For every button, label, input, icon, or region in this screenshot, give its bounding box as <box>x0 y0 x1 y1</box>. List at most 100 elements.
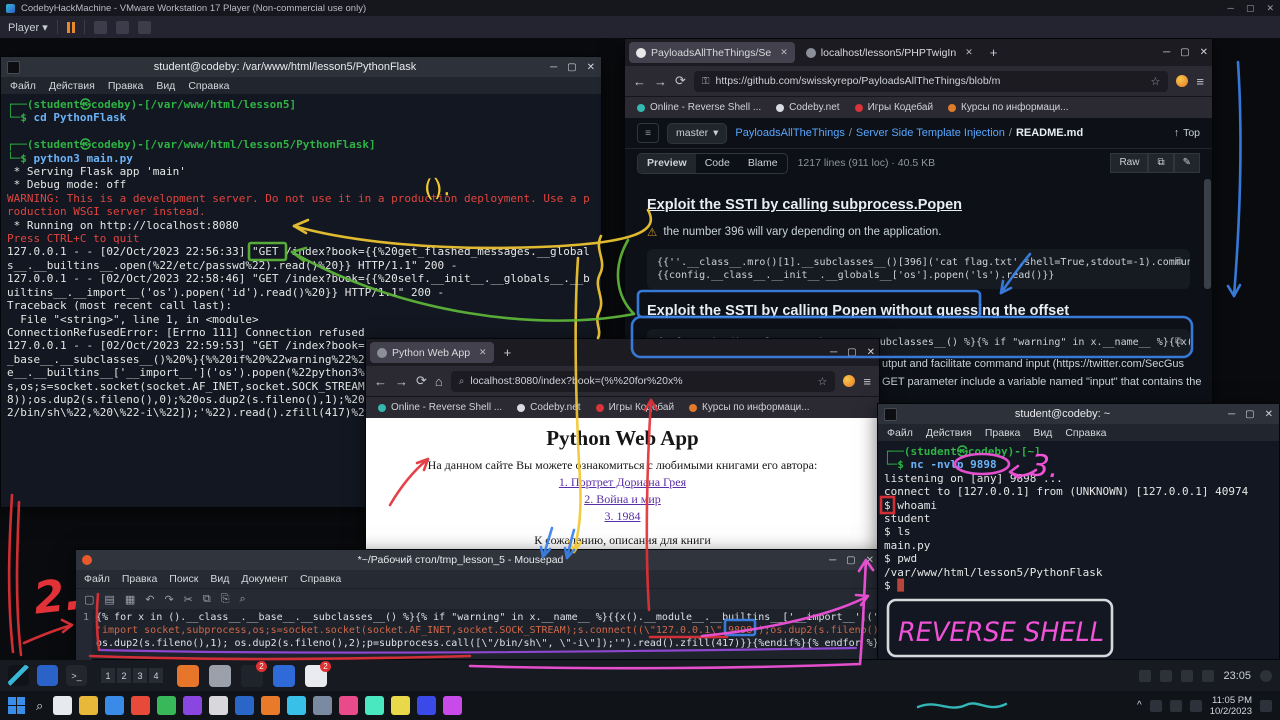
tray-expand-caret[interactable]: ^ <box>1137 700 1142 711</box>
copy-icon[interactable]: ⧉ <box>1175 255 1182 268</box>
window-close-button[interactable]: ✕ <box>867 347 875 358</box>
window-minimize-button[interactable]: ─ <box>1228 409 1235 420</box>
taskbar-app-icon[interactable] <box>287 696 306 715</box>
editor-area[interactable]: 1 {% for x in ().__class__.__base__.__su… <box>76 609 880 662</box>
menu-item[interactable]: Вид <box>210 573 229 585</box>
bookmark-item[interactable]: Курсы по информаци... <box>948 102 1069 113</box>
workspace-cell[interactable]: 3 <box>133 668 147 683</box>
scrollbar[interactable] <box>1204 179 1211 289</box>
taskbar-app-icon[interactable] <box>131 696 150 715</box>
copy-icon[interactable]: ⧉ <box>1175 335 1182 348</box>
taskbar-app-icon[interactable] <box>177 665 199 687</box>
new-file-icon[interactable]: ▢ <box>84 593 94 606</box>
tab-close-icon[interactable]: ✕ <box>479 347 487 358</box>
book-link-2[interactable]: 2. Война и мир <box>366 492 879 507</box>
window-minimize-button[interactable]: ─ <box>830 347 837 358</box>
menu-item[interactable]: Вид <box>156 80 175 92</box>
tray-icon[interactable] <box>1139 670 1151 682</box>
book-link-1[interactable]: 1. Портрет Дориана Грея <box>366 475 879 490</box>
taskbar-app-icon[interactable] <box>105 696 124 715</box>
window-minimize-button[interactable]: ─ <box>550 62 557 73</box>
taskbar-app-icon[interactable]: 2 <box>241 665 263 687</box>
bookmark-star-icon[interactable]: ☆ <box>818 375 828 388</box>
undo-icon[interactable]: ↶ <box>145 593 154 606</box>
menu-icon[interactable]: ≡ <box>1196 74 1204 89</box>
fullscreen-icon[interactable] <box>138 21 151 34</box>
back-to-top-link[interactable]: ↑Top <box>1174 127 1200 139</box>
tab-code[interactable]: Code <box>696 154 739 173</box>
taskbar-app-icon[interactable] <box>365 696 384 715</box>
tab-close-icon[interactable]: ✕ <box>780 47 788 58</box>
window-close-button[interactable]: ✕ <box>1265 409 1273 420</box>
menu-item[interactable]: Файл <box>10 80 36 92</box>
raw-button[interactable]: Raw <box>1110 153 1148 173</box>
window-minimize-button[interactable]: ─ <box>1163 47 1170 58</box>
browser-tab-webapp[interactable]: Python Web App ✕ <box>370 342 494 363</box>
back-button[interactable]: ← <box>374 374 387 389</box>
taskbar-app-icon[interactable] <box>313 696 332 715</box>
menu-item[interactable]: Поиск <box>169 573 198 585</box>
book-link-3[interactable]: 3. 1984 <box>366 509 879 524</box>
window-close-button[interactable]: ✕ <box>1266 3 1274 14</box>
window-maximize-button[interactable]: ▢ <box>846 555 855 566</box>
window-maximize-button[interactable]: ▢ <box>567 62 576 73</box>
window-maximize-button[interactable]: ▢ <box>1180 47 1189 58</box>
terminal-output[interactable]: ┌──(student㉿codeby)-[~] └─$ nc -nvlp 989… <box>878 441 1279 659</box>
menu-item[interactable]: Вид <box>1033 427 1052 439</box>
taskbar-app-icon[interactable] <box>443 696 462 715</box>
breadcrumb-repo[interactable]: PayloadsAllTheThings <box>735 127 844 139</box>
mousepad-title-bar[interactable]: *~/Рабочий стол/tmp_lesson_5 - Mousepad … <box>76 550 880 570</box>
tray-icon[interactable] <box>1181 670 1193 682</box>
menu-item[interactable]: Файл <box>84 573 110 585</box>
taskbar-app-icon[interactable] <box>157 696 176 715</box>
clock[interactable]: 23:05 <box>1223 670 1251 682</box>
tray-icon[interactable] <box>1160 670 1172 682</box>
player-menu[interactable]: Player ▾ <box>8 21 48 34</box>
taskbar-app-icon[interactable] <box>417 696 436 715</box>
kali-menu-icon[interactable] <box>8 665 29 686</box>
menu-item[interactable]: Справка <box>1065 427 1106 439</box>
workspace-cell[interactable]: 1 <box>101 668 115 683</box>
suspend-vm-icon[interactable] <box>67 22 75 33</box>
menu-item[interactable]: Правка <box>108 80 143 92</box>
find-icon[interactable]: ⌕ <box>240 593 246 606</box>
taskbar-app-icon[interactable] <box>391 696 410 715</box>
menu-item[interactable]: Действия <box>926 427 972 439</box>
forward-button[interactable]: → <box>654 74 667 89</box>
taskbar-app-icon[interactable] <box>273 665 295 687</box>
open-icon[interactable]: ▤ <box>104 593 114 606</box>
tab-preview[interactable]: Preview <box>638 154 696 173</box>
new-tab-button[interactable]: + <box>984 45 1004 60</box>
terminal-title-bar[interactable]: student@codeby: /var/www/html/lesson5/Py… <box>1 57 601 77</box>
workspace-cell[interactable]: 4 <box>149 668 163 683</box>
menu-item[interactable]: Документ <box>241 573 288 585</box>
firefox-account-icon[interactable] <box>843 375 855 387</box>
window-maximize-button[interactable]: ▢ <box>847 347 856 358</box>
bookmark-star-icon[interactable]: ☆ <box>1151 75 1161 88</box>
copy-icon[interactable]: ⧉ <box>203 593 211 606</box>
window-maximize-button[interactable]: ▢ <box>1245 409 1254 420</box>
menu-item[interactable]: Файл <box>887 427 913 439</box>
notification-center-icon[interactable] <box>1260 700 1272 712</box>
new-tab-button[interactable]: + <box>498 345 518 360</box>
start-button[interactable] <box>8 697 26 715</box>
breadcrumb-dir[interactable]: Server Side Template Injection <box>856 127 1005 139</box>
branch-selector[interactable]: master▾ <box>667 123 727 144</box>
network-icon[interactable] <box>1190 700 1202 712</box>
terminal-launcher-icon[interactable]: >_ <box>66 665 87 686</box>
bookmark-item[interactable]: Online - Reverse Shell ... <box>378 402 502 413</box>
bookmark-item[interactable]: Игры Кодебай <box>855 102 933 113</box>
reload-button[interactable]: ⟳ <box>416 373 427 389</box>
reload-button[interactable]: ⟳ <box>675 73 686 89</box>
search-icon[interactable]: ⌕ <box>36 698 43 714</box>
bookmark-item[interactable]: Курсы по информаци... <box>689 402 810 413</box>
window-close-button[interactable]: ✕ <box>1200 47 1208 58</box>
taskbar-app-icon[interactable] <box>261 696 280 715</box>
forward-button[interactable]: → <box>395 374 408 389</box>
browser-tab-github[interactable]: PayloadsAllTheThings/Se ✕ <box>629 42 795 63</box>
taskbar-app-icon[interactable] <box>235 696 254 715</box>
menu-item[interactable]: Справка <box>188 80 229 92</box>
clock[interactable]: 11:05 PM 10/2/2023 <box>1210 695 1252 717</box>
terminal-title-bar[interactable]: student@codeby: ~ ─ ▢ ✕ <box>878 404 1279 424</box>
tray-icon[interactable] <box>1202 670 1214 682</box>
